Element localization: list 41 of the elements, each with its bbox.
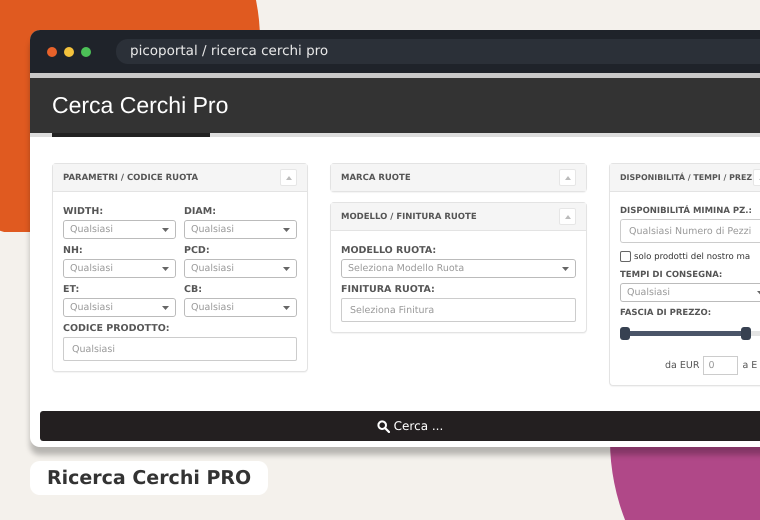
select-field[interactable]: Qualsiasi	[620, 283, 760, 302]
input-field[interactable]: Seleziona Finitura	[341, 298, 576, 322]
address-bar[interactable]: picoportal / ricerca cerchi pro	[116, 39, 760, 64]
field-label: MODELLO RUOTA:	[341, 245, 438, 256]
close-dot[interactable]	[47, 46, 57, 56]
field-label: TEMPI DI CONSEGNA:	[620, 270, 724, 280]
panel-title: MODELLO / FINITURA RUOTE	[341, 212, 477, 222]
field-label: WIDTH:	[63, 206, 104, 217]
panel-title: MARCA RUOTE	[341, 172, 411, 182]
select-field[interactable]: Seleziona Modello Ruota	[341, 259, 576, 278]
field-label: PCD:	[184, 245, 211, 256]
search-button[interactable]: Cerca ...	[40, 411, 760, 441]
field-label: ET:	[63, 284, 80, 295]
field-label: FASCIA DI PREZZO:	[620, 308, 712, 318]
select-field[interactable]: Qualsiasi	[63, 259, 176, 278]
input-field[interactable]: Qualsiasi Numero di Pezzi	[620, 219, 760, 243]
price-label: a E	[742, 360, 758, 371]
input-field[interactable]: Qualsiasi	[63, 337, 297, 361]
maximize-dot[interactable]	[81, 46, 91, 56]
panel-title: PARAMETRI / CODICE RUOTA	[63, 172, 198, 182]
price-label: da EUR	[665, 360, 700, 371]
field-label: FINITURA RUOTA:	[341, 284, 436, 295]
field-label: CB:	[184, 284, 204, 295]
minimize-dot[interactable]	[64, 46, 74, 56]
field-label: CODICE PRODOTTO:	[63, 323, 171, 334]
slider-handle[interactable]	[620, 327, 630, 340]
select-field[interactable]: Qualsiasi	[63, 220, 176, 239]
select-field[interactable]: Qualsiasi	[184, 298, 297, 317]
field-label: DISPONIBILITÁ MIMINA PZ.:	[620, 206, 753, 216]
checkbox[interactable]	[620, 251, 631, 262]
field-label: NH:	[63, 245, 84, 256]
slider-handle[interactable]	[740, 327, 751, 340]
select-field[interactable]: Qualsiasi	[184, 259, 297, 278]
price-input[interactable]: 0	[703, 356, 738, 375]
caption-label: Ricerca Cerchi PRO	[30, 461, 268, 495]
field-label: DIAM:	[184, 206, 218, 217]
checkbox-label: solo prodotti del nostro ma	[634, 252, 750, 262]
select-field[interactable]: Qualsiasi	[184, 220, 297, 239]
select-field[interactable]: Qualsiasi	[63, 298, 176, 317]
search-icon	[376, 420, 390, 432]
page-title: Cerca Cerchi Pro	[52, 92, 228, 119]
